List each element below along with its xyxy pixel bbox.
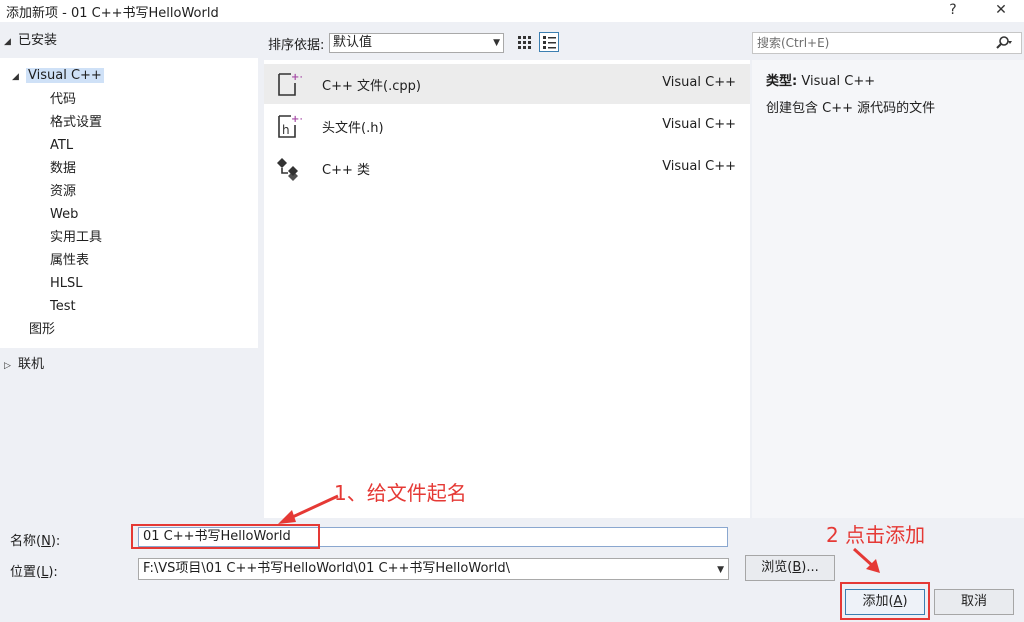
dropdown-arrow-icon: ▼ [717, 565, 724, 575]
collapsed-arrow-icon: ▷ [4, 361, 11, 371]
location-label-text: 位置 [10, 565, 37, 580]
template-name: C++ 文件(.cpp) [322, 79, 421, 94]
list-view-icon [543, 36, 556, 49]
browse-accesskey: B [792, 560, 802, 575]
help-button[interactable]: ? [938, 0, 968, 22]
window-title: 添加新项 - 01 C++书写HelloWorld [6, 6, 219, 21]
expanded-arrow-icon: ◢ [12, 72, 19, 82]
search-icon[interactable] [995, 35, 1013, 51]
annotation-step2: 2 点击添加 [826, 523, 926, 547]
tree-node-formatting[interactable]: 格式设置 [50, 112, 102, 134]
svg-text:++: ++ [291, 72, 302, 83]
template-language: Visual C++ [662, 117, 736, 132]
tree-label: 已安装 [18, 33, 58, 48]
sort-label: 排序依据: [268, 38, 325, 53]
tree-node-test[interactable]: Test [50, 296, 76, 318]
add-highlight-box [840, 582, 930, 620]
svg-text:h: h [282, 123, 290, 137]
location-dropdown[interactable]: F:\VS项目\01 C++书写HelloWorld\01 C++书写Hello… [138, 558, 729, 580]
svg-text:++: ++ [291, 114, 302, 125]
details-type: 类型: Visual C++ [766, 70, 875, 89]
cpp-class-icon [277, 158, 298, 181]
annotation-step1: 1、给文件起名 [334, 481, 467, 505]
dropdown-arrow-icon: ▼ [493, 38, 500, 48]
type-value: Visual C++ [801, 74, 876, 89]
template-item-cpp-class[interactable]: C++ 类 Visual C++ [264, 148, 750, 188]
details-description: 创建包含 C++ 源代码的文件 [766, 101, 936, 116]
tree-node-online[interactable]: ▷ 联机 [4, 354, 44, 376]
tree-node-property-sheet[interactable]: 属性表 [50, 250, 89, 272]
sort-value: 默认值 [333, 35, 373, 50]
annotation-arrow-step1 [278, 494, 339, 524]
name-label-text: 名称 [10, 534, 37, 549]
search-box[interactable] [752, 32, 1022, 54]
tree-node-hlsl[interactable]: HLSL [50, 273, 83, 295]
tree-node-visual-cpp[interactable]: ◢ Visual C++ [12, 65, 104, 87]
template-language: Visual C++ [662, 159, 736, 174]
template-name: C++ 类 [322, 163, 370, 178]
browse-label: 浏览 [761, 560, 788, 575]
tree-node-code[interactable]: 代码 [50, 89, 76, 111]
location-value: F:\VS项目\01 C++书写HelloWorld\01 C++书写Hello… [143, 561, 510, 576]
details-pane [752, 60, 1024, 518]
cpp-file-icon: ++ [278, 72, 302, 96]
category-tree: ◢ 已安装 ◢ Visual C++ 代码 格式设置 ATL 数据 资源 Web 实… [0, 28, 258, 518]
type-label: 类型: [766, 74, 798, 89]
tree-node-resource[interactable]: 资源 [50, 181, 76, 203]
cancel-button[interactable]: 取消 [934, 589, 1014, 615]
browse-button[interactable]: 浏览(B)... [745, 555, 835, 581]
template-language: Visual C++ [662, 75, 736, 90]
browse-ellipsis: ... [806, 560, 819, 575]
tree-node-atl[interactable]: ATL [50, 135, 73, 157]
annotation-arrow-step2 [852, 547, 880, 573]
template-item-cpp-file[interactable]: ++ C++ 文件(.cpp) Visual C++ [264, 64, 750, 104]
tree-node-installed[interactable]: ◢ 已安装 [4, 30, 57, 52]
tree-node-graphics[interactable]: 图形 [29, 319, 55, 341]
tree-label: Visual C++ [26, 68, 104, 83]
template-item-header-file[interactable]: h ++ 头文件(.h) Visual C++ [264, 106, 750, 146]
name-label: 名称(N): [10, 534, 61, 549]
tree-label: 联机 [18, 357, 45, 372]
search-input[interactable] [757, 34, 977, 52]
small-icons-view-button[interactable] [514, 32, 534, 52]
location-label: 位置(L): [10, 565, 58, 580]
sort-dropdown[interactable]: 默认值 ▼ [329, 33, 504, 53]
expanded-arrow-icon: ◢ [4, 37, 11, 47]
grid-view-icon [518, 36, 531, 49]
tree-node-data[interactable]: 数据 [50, 158, 76, 180]
close-button[interactable]: ✕ [986, 0, 1016, 22]
header-file-icon: h ++ [278, 114, 302, 138]
tree-node-web[interactable]: Web [50, 204, 78, 226]
location-accesskey: L [41, 565, 49, 580]
list-view-button[interactable] [539, 32, 559, 52]
tree-node-utility[interactable]: 实用工具 [50, 227, 102, 249]
template-name: 头文件(.h) [322, 121, 384, 136]
name-accesskey: N [41, 534, 51, 549]
